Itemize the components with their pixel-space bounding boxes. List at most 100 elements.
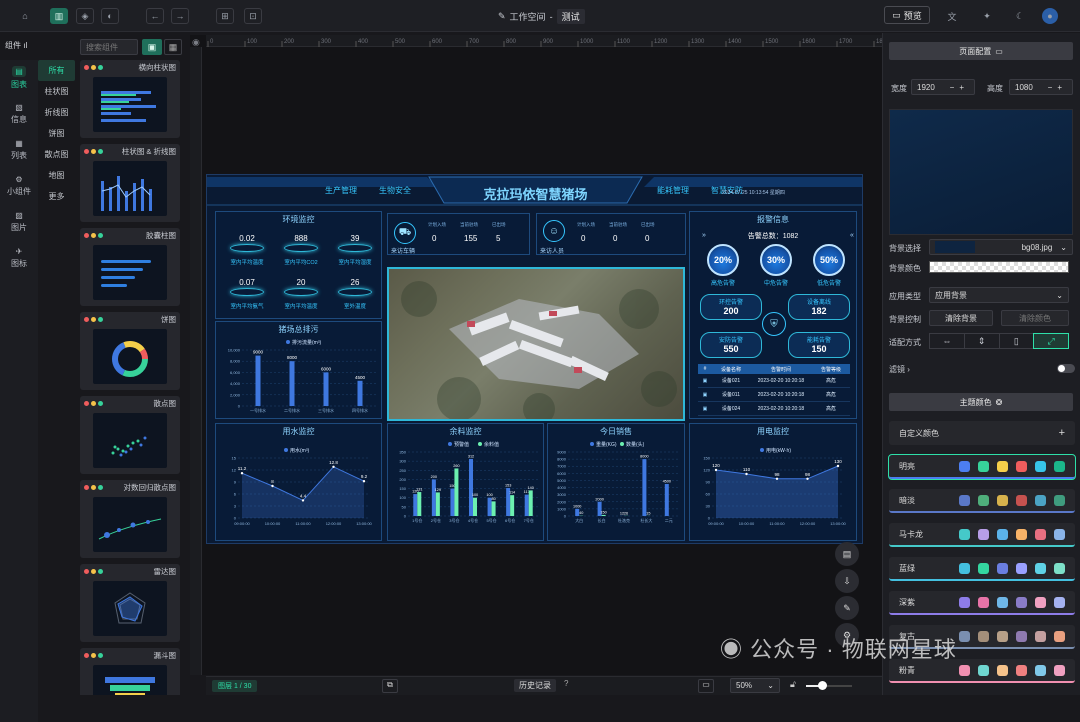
export-icon[interactable]: ⊡ <box>244 8 262 24</box>
clear-bg-button[interactable]: 清除背景 <box>929 310 993 326</box>
theme-option[interactable]: 暗淡 <box>889 489 1075 513</box>
height-stepper-icon[interactable]: −+ <box>1048 83 1067 92</box>
lock-icon[interactable]: 🔓︎ <box>790 679 796 690</box>
powerChart-value: 130 <box>834 459 842 464</box>
category-line[interactable]: 折线图 <box>38 102 75 123</box>
component-card[interactable]: 雷达图 <box>80 564 180 642</box>
zoom-slider-handle[interactable] <box>818 681 827 690</box>
env-metric-value: 0.02 <box>222 234 272 243</box>
nav-production[interactable]: 生产管理 <box>325 185 357 196</box>
layers-icon[interactable]: ◈ <box>76 8 94 24</box>
nav-energy[interactable]: 能耗管理 <box>657 185 689 196</box>
height-input[interactable]: 1080−+ <box>1009 79 1073 95</box>
chart-icon: ▤ <box>12 66 26 77</box>
clipboard-icon[interactable]: ▤ <box>835 542 859 566</box>
bg-color-picker[interactable] <box>929 261 1069 273</box>
component-card[interactable]: 饼图 <box>80 312 180 390</box>
vertical-ruler[interactable] <box>190 47 202 675</box>
nav-list[interactable]: ▦列表 <box>0 132 38 168</box>
translate-icon[interactable]: 文 <box>943 8 961 24</box>
category-all[interactable]: 所有 <box>38 60 75 81</box>
edit-icon[interactable]: ✎ <box>835 596 859 620</box>
category-pie[interactable]: 饼图 <box>38 123 75 144</box>
minimap-icon[interactable]: ▭ <box>698 679 714 693</box>
theme-swatch <box>1016 461 1027 472</box>
nav-chart[interactable]: ▤图表 <box>0 60 38 96</box>
preview-button[interactable]: ▭ 预览 <box>884 6 930 24</box>
card-view-icon[interactable]: ▣ <box>142 39 162 55</box>
custom-color-row[interactable]: 自定义颜色+ <box>889 421 1075 445</box>
feedChart-xtick: 2号仓 <box>431 517 441 523</box>
width-input[interactable]: 1920−+ <box>911 79 975 95</box>
category-more[interactable]: 更多 <box>38 186 75 207</box>
component-card[interactable]: 漏斗图 <box>80 648 180 695</box>
nav-biosecurity[interactable]: 生物安全 <box>379 185 411 196</box>
powerChart-xtick: 09:00:00 <box>708 521 724 526</box>
download-icon[interactable]: ⇩ <box>835 569 859 593</box>
apply-type-select[interactable]: 应用背景⌄ <box>929 287 1069 303</box>
horizontal-ruler[interactable]: 0100200300400500600700800900100011001200… <box>206 35 882 47</box>
feedChart-value: 312 <box>468 454 474 458</box>
component-card[interactable]: 对数回归散点图 <box>80 480 180 558</box>
home-icon[interactable]: ⌂ <box>16 8 34 24</box>
theme-option[interactable]: 蓝绿 <box>889 557 1075 581</box>
category-scatter[interactable]: 散点图 <box>38 144 75 165</box>
component-card[interactable]: 胶囊柱图 <box>80 228 180 306</box>
grid-view-icon[interactable]: ▦ <box>164 39 182 55</box>
env-title: 环境监控 <box>216 214 381 225</box>
clear-color-button[interactable]: 清除颜色 <box>1001 310 1069 326</box>
history-button[interactable]: 历史记录 <box>514 679 556 692</box>
chart-panel-toggle-icon[interactable]: ▥ <box>50 8 68 24</box>
fit-width-icon[interactable]: ⇔ <box>930 334 965 348</box>
copy-icon[interactable]: ⧉ <box>382 679 398 693</box>
import-icon[interactable]: ⊞ <box>216 8 234 24</box>
theme-option[interactable]: 马卡龙 <box>889 523 1075 547</box>
theme-swatch <box>997 665 1008 676</box>
component-card[interactable]: 柱状图 & 折线图 <box>80 144 180 222</box>
fit-contain-icon[interactable]: ▯ <box>1000 334 1035 348</box>
counter-head: 当前驻场 <box>609 222 627 228</box>
theme-swatch <box>959 665 970 676</box>
salesChart-ytick: 3000 <box>557 492 567 497</box>
ruler-label: 1200 <box>654 39 668 45</box>
theme-color-tab[interactable]: 主题颜色❂ <box>889 393 1073 411</box>
filter-toggle[interactable] <box>1057 364 1075 373</box>
project-name[interactable]: 测试 <box>557 9 585 24</box>
redo-icon[interactable]: → <box>171 8 189 24</box>
alarm-table-cell: 高危 <box>812 377 850 384</box>
ruler-label: 1600 <box>802 39 816 45</box>
fit-height-icon[interactable]: ⇕ <box>965 334 1000 348</box>
help-icon[interactable]: ? <box>564 679 568 688</box>
component-card[interactable]: 散点图 <box>80 396 180 474</box>
category-map[interactable]: 地图 <box>38 165 75 186</box>
category-bar[interactable]: 柱状图 <box>38 81 75 102</box>
nav-widget[interactable]: ⚙小组件 <box>0 168 38 204</box>
theme-option[interactable]: 明亮 <box>889 455 1075 479</box>
nav-info[interactable]: ▧信息 <box>0 96 38 132</box>
undo-icon[interactable]: ← <box>146 8 164 24</box>
fit-full-icon[interactable]: ⤢ <box>1034 334 1068 348</box>
component-title: 散点图 <box>107 398 176 409</box>
nav-image[interactable]: ▨图片 <box>0 204 38 240</box>
nav-icon[interactable]: ✈图标 <box>0 240 38 276</box>
discharge-value: 9000 <box>253 350 264 355</box>
page-config-tab[interactable]: 页面配置▭ <box>889 42 1073 60</box>
tools-icon[interactable]: ✦ <box>978 8 996 24</box>
dashboard-preview[interactable]: 生产管理 生物安全 克拉玛依智慧猪场 能耗管理 智慧安防 2024-07-25 … <box>206 174 863 544</box>
waterChart-point <box>302 499 304 501</box>
filter-label[interactable]: 滤镜 › <box>889 364 910 375</box>
component-card[interactable]: 横向柱状图 <box>80 60 180 138</box>
search-input[interactable]: 搜索组件 <box>80 39 138 55</box>
drop-icon[interactable]: ◐ <box>101 8 119 24</box>
water-panel: 用水监控 用水(m³)1512963011.209:00:00810:00:00… <box>215 423 382 541</box>
add-icon[interactable]: + <box>1059 427 1065 439</box>
theme-option[interactable]: 深紫 <box>889 591 1075 615</box>
alarm-table-head-cell: 告警等级 <box>812 366 850 373</box>
width-stepper-icon[interactable]: −+ <box>950 83 969 92</box>
zoom-select[interactable]: 50%⌄ <box>730 678 780 693</box>
moon-icon[interactable]: ☾ <box>1011 8 1029 24</box>
theme-swatch <box>1054 529 1065 540</box>
feedChart-bar <box>492 501 496 516</box>
bg-select[interactable]: bg08.jpg⌄ <box>929 239 1073 255</box>
avatar[interactable]: ● <box>1042 8 1058 24</box>
